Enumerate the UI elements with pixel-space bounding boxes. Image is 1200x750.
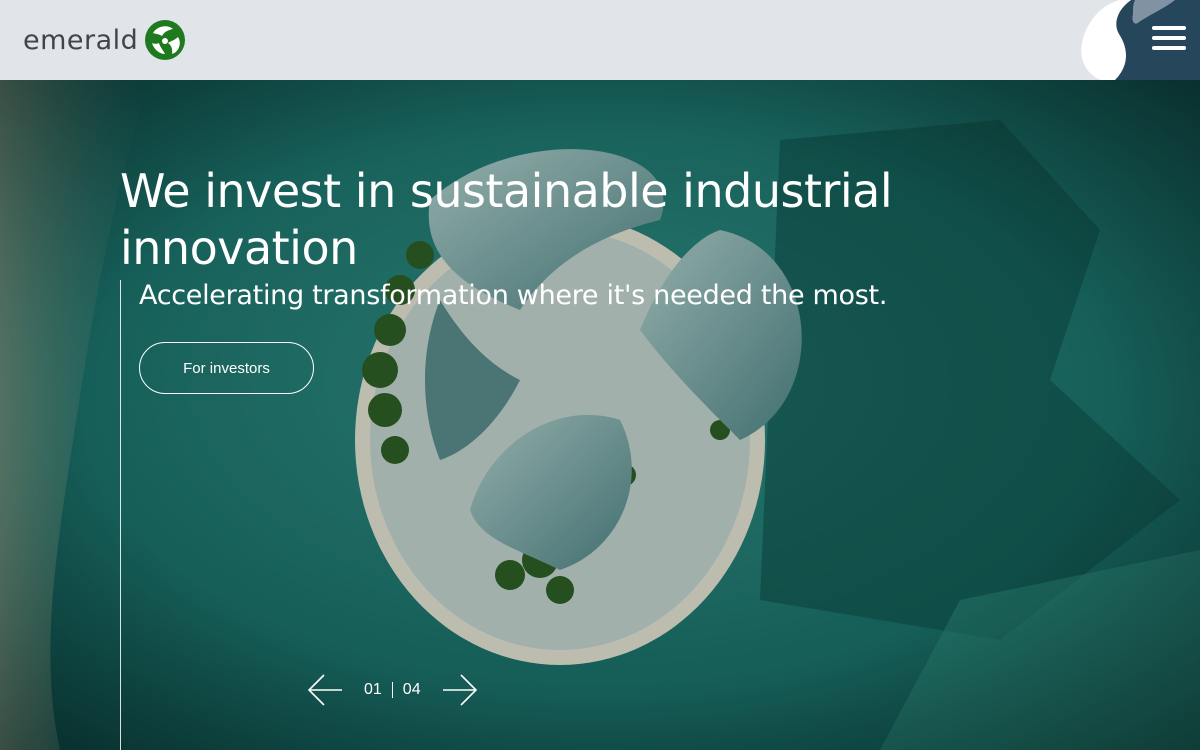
emerald-logo-icon xyxy=(145,20,186,60)
hero-section: We invest in sustainable industrial inno… xyxy=(0,80,1200,750)
logo-wordmark: emerald xyxy=(23,24,139,56)
slide-counter: 01 04 xyxy=(364,681,421,699)
slider-pager: 01 04 xyxy=(307,673,478,707)
site-header: emerald xyxy=(0,0,1200,80)
arrow-left-icon[interactable] xyxy=(307,673,343,707)
slide-current: 01 xyxy=(364,681,382,698)
hero-title: We invest in sustainable industrial inno… xyxy=(120,164,893,275)
logo-link[interactable]: emerald xyxy=(23,18,186,62)
slide-total: 04 xyxy=(402,681,421,698)
hero-subtitle: Accelerating transformation where it's n… xyxy=(139,280,888,311)
arrow-right-icon[interactable] xyxy=(442,673,478,707)
hamburger-menu-icon[interactable] xyxy=(1152,26,1186,54)
for-investors-button[interactable]: For investors xyxy=(139,342,314,394)
slide-counter-separator xyxy=(391,682,393,698)
hero-divider-line xyxy=(120,280,121,750)
